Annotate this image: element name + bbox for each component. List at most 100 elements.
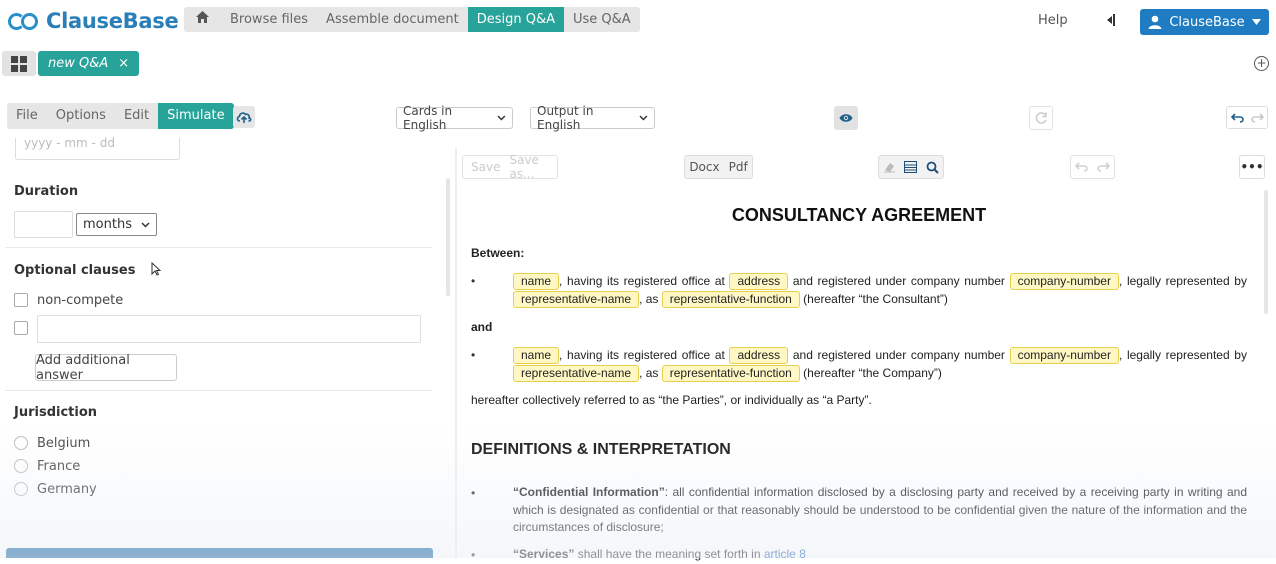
list-icon[interactable] [904,161,918,173]
zoom-icon[interactable] [926,161,939,174]
docx-button[interactable]: Docx [689,160,719,174]
placeholder-company-number[interactable]: company-number [1009,273,1119,290]
radio-france[interactable] [14,459,28,473]
nav-assemble-document[interactable]: Assemble document [317,7,468,32]
eye-icon [839,114,853,122]
bullet: • [471,486,476,500]
other-option-input[interactable] [37,315,421,343]
chevron-down-icon [141,221,150,228]
text: and registered under company number [792,274,1005,288]
refresh-icon [1035,112,1047,124]
mouse-pointer-icon [151,261,162,280]
non-compete-checkbox[interactable] [14,293,28,307]
clausebase-logo[interactable]: ClauseBase [8,7,179,35]
document-scrollbar[interactable] [1264,190,1268,314]
article-link[interactable]: article 8 [764,547,806,561]
definition-confidential-information: “Confidential Information”: all confiden… [513,484,1247,537]
redo-icon[interactable] [1250,112,1264,123]
nav-design-qa[interactable]: Design Q&A [467,7,565,32]
user-menu-button[interactable]: ClauseBase [1140,9,1269,35]
section-heading: DEFINITIONS & INTERPRETATION [471,441,731,458]
home-button[interactable] [184,7,221,32]
pdf-button[interactable]: Pdf [729,160,748,174]
cards-language-value: Cards in English [403,104,453,132]
eraser-icon[interactable] [883,161,896,173]
refresh-button[interactable] [1029,106,1053,130]
between-label: Between: [471,246,525,260]
output-language-value: Output in English [537,104,594,132]
export-group: Docx Pdf [684,155,753,179]
placeholder-representative-function[interactable]: representative-function [661,364,800,382]
panel-splitter[interactable] [455,148,457,558]
bullet: • [471,348,476,362]
grid-view-button[interactable] [2,51,36,76]
collective-text: hereafter collectively referred to as “t… [471,393,872,407]
menu-bar: File Options Edit Simulate [7,103,234,129]
menu-simulate[interactable]: Simulate [158,103,234,129]
text: and registered under company number [792,348,1005,362]
jurisdiction-label: Jurisdiction [14,405,98,420]
tab-new-qa[interactable]: new Q&A × [38,51,140,76]
definition-term: “Confidential Information” [513,485,665,499]
duration-number-input[interactable] [14,211,73,238]
cloud-upload-icon [236,112,252,123]
undo-redo-group [1226,106,1268,129]
menu-edit[interactable]: Edit [115,103,158,129]
bullet: • [471,548,476,562]
save-as-button[interactable]: Save as... [509,153,549,181]
menu-file[interactable]: File [7,103,47,129]
menu-options[interactable]: Options [47,103,115,129]
undo-icon[interactable] [1075,162,1089,172]
save-group: Save Save as... [462,153,558,181]
placeholder-representative-name[interactable]: representative-name [513,290,640,308]
redo-icon[interactable] [1096,162,1110,172]
placeholder-address[interactable]: address [729,347,789,364]
close-tab-icon[interactable]: × [118,56,129,71]
nav-browse-files[interactable]: Browse files [221,7,317,32]
placeholder-name[interactable]: name [513,273,560,290]
placeholder-name[interactable]: name [513,347,560,364]
divider [5,247,432,248]
radio-germany[interactable] [14,482,28,496]
placeholder-address[interactable]: address [729,273,789,290]
placeholder-company-number[interactable]: company-number [1009,347,1119,364]
cards-language-select[interactable]: Cards in English [396,104,513,132]
save-button[interactable]: Save [471,160,500,174]
nav-use-qa[interactable]: Use Q&A [564,7,640,32]
placeholder-representative-function[interactable]: representative-function [661,290,800,308]
collapse-panel-icon[interactable] [1103,11,1117,29]
and-label: and [471,320,493,334]
definition-term: “Services” [513,547,575,561]
document-title: CONSULTANCY AGREEMENT [731,205,987,225]
chevron-down-icon [497,115,506,121]
duration-unit-select[interactable]: months [76,213,157,236]
user-name: ClauseBase [1169,14,1245,30]
radio-france-label: France [37,459,81,474]
other-option-checkbox[interactable] [14,321,28,335]
preview-toggle-button[interactable] [834,106,858,130]
text: , having its registered office at [559,348,725,362]
add-tab-icon[interactable]: + [1254,56,1269,71]
add-additional-answer-button[interactable]: Add additional answer [35,353,177,383]
optional-clauses-label: Optional clauses [14,263,136,278]
user-icon [1148,15,1162,29]
party-2-paragraph: name, having its registered office at ad… [513,347,1247,382]
more-options-icon[interactable]: ••• [1239,155,1265,179]
placeholder-representative-name[interactable]: representative-name [513,364,640,382]
radio-belgium[interactable] [14,436,28,450]
text: , legally represented by [1118,348,1247,362]
bullet: • [471,274,476,288]
date-input[interactable]: yyyy - mm - dd [15,137,180,160]
upload-button[interactable] [233,106,255,128]
help-link[interactable]: Help [1038,13,1068,28]
text: , legally represented by [1118,274,1247,288]
text: (hereafter “the Company”) [803,365,942,380]
undo-icon[interactable] [1230,112,1244,123]
bottom-action-bar[interactable] [6,548,433,558]
definition-text: shall have the meaning set forth in [574,547,764,561]
divider [5,390,432,391]
output-language-select[interactable]: Output in English [530,104,655,132]
top-nav: Browse files Assemble document Design Q&… [184,7,640,32]
tab-strip: new Q&A × [2,51,140,76]
left-panel-scrollbar[interactable] [446,178,450,296]
